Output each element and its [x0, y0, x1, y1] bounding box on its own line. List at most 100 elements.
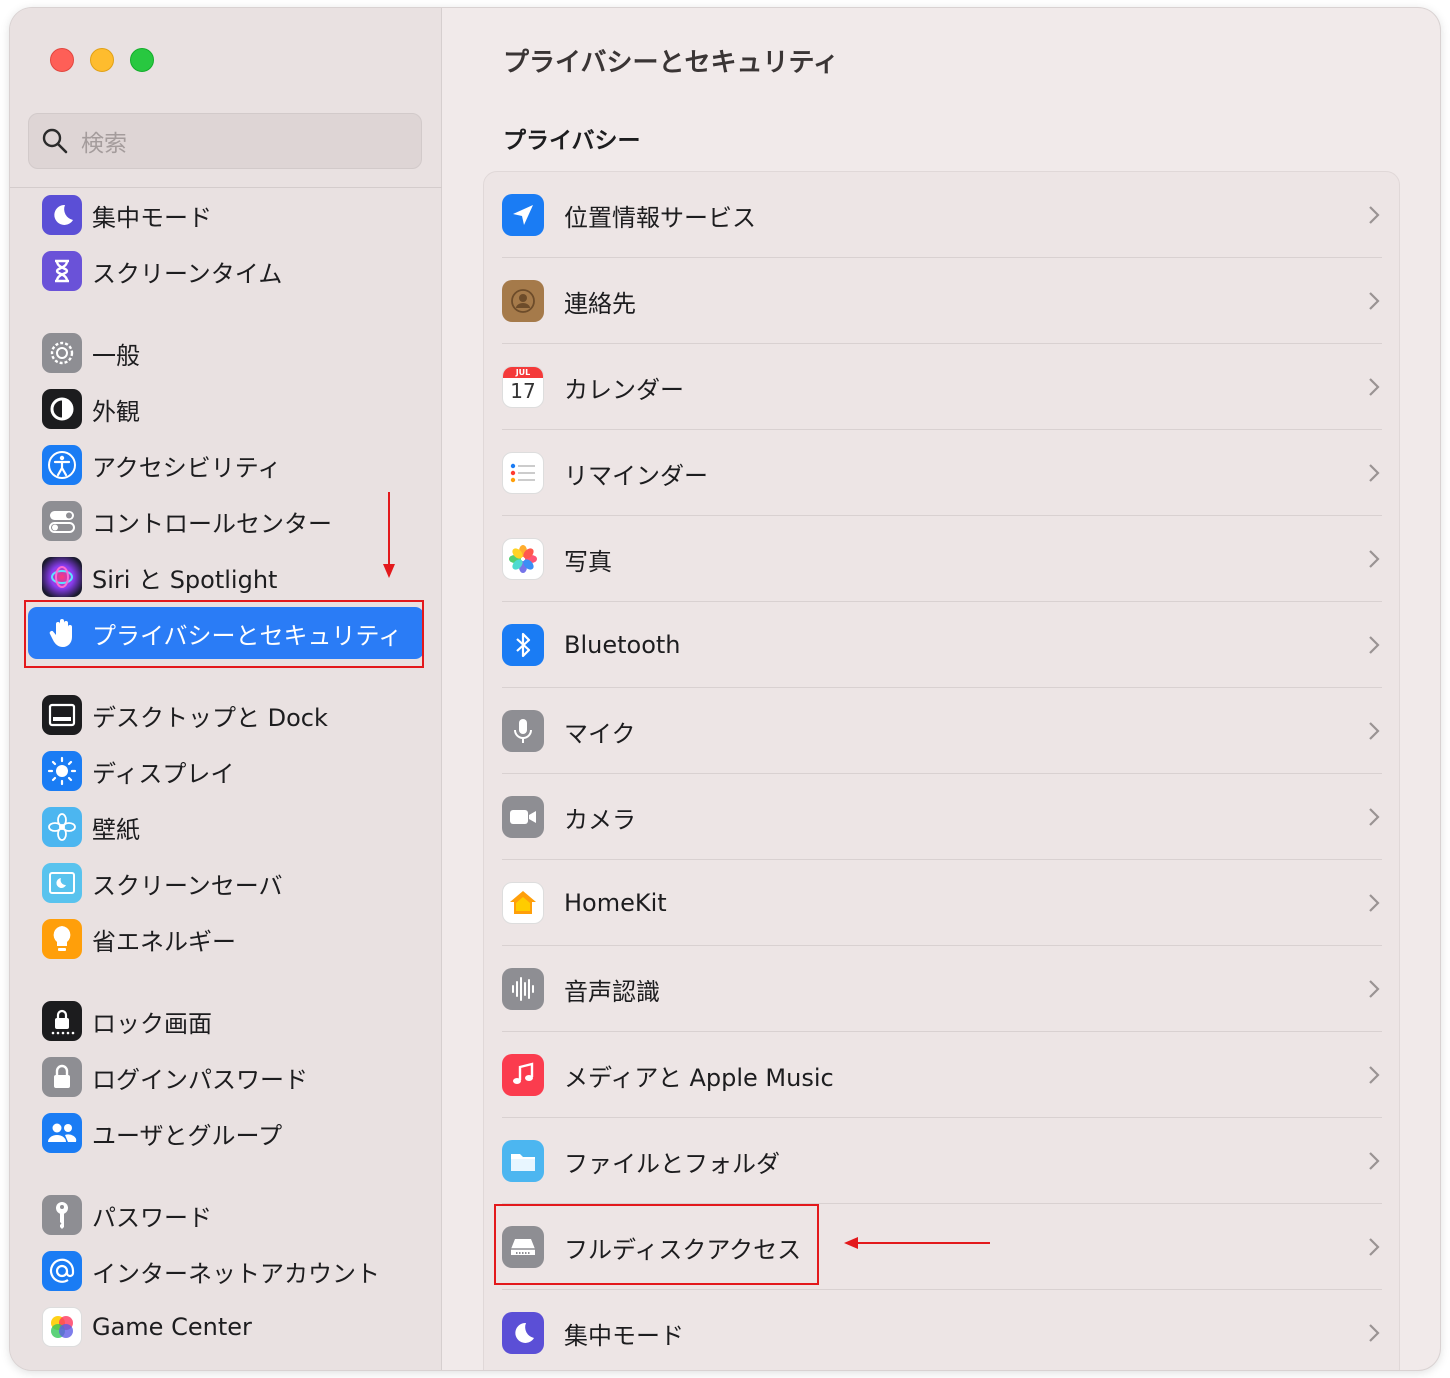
sidebar-item-label: パスワード [92, 1203, 212, 1232]
row-bluetooth[interactable]: Bluetooth [502, 602, 1382, 688]
contacts-icon [502, 280, 544, 322]
sidebar-item-control-center[interactable]: コントロールセンター [28, 495, 424, 547]
row-calendar[interactable]: JUL 17 カレンダー [502, 344, 1382, 430]
sidebar-item-users-groups[interactable]: ユーザとグループ [28, 1107, 424, 1159]
minimize-button[interactable] [90, 48, 114, 72]
sidebar-item-accessibility[interactable]: アクセシビリティ [28, 439, 424, 491]
sidebar-item-internet-accounts[interactable]: インターネットアカウント [28, 1245, 424, 1297]
row-microphone[interactable]: マイク [502, 688, 1382, 774]
row-label: 写真 [564, 547, 612, 576]
sidebar-item-appearance[interactable]: 外観 [28, 383, 424, 435]
chevron-right-icon [1369, 464, 1380, 482]
sidebar-item-privacy-security[interactable]: プライバシーとセキュリティ [28, 607, 424, 659]
sidebar-item-wallpaper[interactable]: 壁紙 [28, 801, 424, 853]
sidebar-item-label: コントロールセンター [92, 509, 332, 538]
hand-icon [42, 613, 82, 653]
row-homekit[interactable]: HomeKit [502, 860, 1382, 946]
row-label: 音声認識 [564, 977, 660, 1006]
sidebar-item-label: Siri と Spotlight [92, 565, 278, 594]
sidebar-item-game-center[interactable]: Game Center [28, 1301, 424, 1353]
search-icon [42, 128, 68, 154]
row-camera[interactable]: カメラ [502, 774, 1382, 860]
sidebar-item-label: 一般 [92, 341, 140, 370]
sidebar-item-screensaver[interactable]: スクリーンセーバ [28, 857, 424, 909]
home-icon [502, 882, 544, 924]
row-focus[interactable]: 集中モード [502, 1290, 1382, 1370]
calendar-day: 17 [510, 379, 536, 403]
disk-icon [502, 1226, 544, 1268]
sidebar-item-screen-time[interactable]: スクリーンタイム [28, 245, 424, 297]
siri-icon [42, 557, 82, 597]
row-label: 連絡先 [564, 289, 636, 318]
moon-icon [42, 195, 82, 235]
row-label: カレンダー [564, 375, 684, 404]
microphone-icon [502, 710, 544, 752]
key-icon [42, 1195, 82, 1235]
sidebar-item-siri-spotlight[interactable]: Siri と Spotlight [28, 551, 424, 603]
sidebar-item-energy-saver[interactable]: 省エネルギー [28, 913, 424, 965]
hourglass-icon [42, 251, 82, 291]
sidebar-item-desktop-dock[interactable]: デスクトップと Dock [28, 689, 424, 741]
waveform-icon [502, 968, 544, 1010]
sidebar-item-label: ユーザとグループ [92, 1121, 283, 1150]
chevron-right-icon [1369, 1152, 1380, 1170]
section-title: プライバシー [503, 128, 641, 154]
calendar-month: JUL [503, 367, 543, 378]
sidebar-item-lock-screen[interactable]: ロック画面 [28, 995, 424, 1047]
row-full-disk-access[interactable]: フルディスクアクセス [502, 1204, 1382, 1290]
bluetooth-icon [502, 624, 544, 666]
chevron-right-icon [1369, 206, 1380, 224]
row-label: マイク [564, 719, 636, 748]
search-input[interactable]: 検索 [28, 113, 422, 169]
sidebar-item-label: Game Center [92, 1313, 252, 1341]
sidebar-item-login-password[interactable]: ログインパスワード [28, 1051, 424, 1103]
sidebar-item-label: インターネットアカウント [92, 1259, 380, 1288]
row-label: フルディスクアクセス [564, 1235, 802, 1264]
appearance-icon [42, 389, 82, 429]
close-button[interactable] [50, 48, 74, 72]
location-arrow-icon [502, 194, 544, 236]
users-icon [42, 1113, 82, 1153]
screensaver-icon [42, 863, 82, 903]
row-media-apple-music[interactable]: メディアと Apple Music [502, 1032, 1382, 1118]
sun-icon [42, 751, 82, 791]
row-location-services[interactable]: 位置情報サービス [502, 172, 1382, 258]
zoom-button[interactable] [130, 48, 154, 72]
sidebar-item-label: ログインパスワード [92, 1065, 308, 1094]
sidebar-item-passwords[interactable]: パスワード [28, 1189, 424, 1241]
at-icon [42, 1251, 82, 1291]
sidebar-item-label: 集中モード [92, 203, 212, 232]
lock-screen-icon [42, 1001, 82, 1041]
row-label: Bluetooth [564, 631, 681, 659]
chevron-right-icon [1369, 378, 1380, 396]
sidebar-item-displays[interactable]: ディスプレイ [28, 745, 424, 797]
sidebar-item-label: ロック画面 [92, 1009, 212, 1038]
music-icon [502, 1054, 544, 1096]
row-label: カメラ [564, 805, 636, 834]
page-title: プライバシーとセキュリティ [503, 48, 839, 78]
sidebar-item-general[interactable]: 一般 [28, 327, 424, 379]
main-content: プライバシーとセキュリティ プライバシー 位置情報サービス 連絡先 JUL 17… [443, 8, 1440, 1370]
gear-icon [42, 333, 82, 373]
chevron-right-icon [1369, 1324, 1380, 1342]
settings-window: 検索 集中モード スクリーンタイム 一般 外観 アクセシビリティ コントロールセ… [10, 8, 1440, 1370]
bulb-icon [42, 919, 82, 959]
sidebar-item-label: アクセシビリティ [92, 453, 282, 482]
row-speech-recognition[interactable]: 音声認識 [502, 946, 1382, 1032]
row-label: リマインダー [564, 461, 708, 490]
row-photos[interactable]: 写真 [502, 516, 1382, 602]
camera-icon [502, 796, 544, 838]
row-label: HomeKit [564, 889, 667, 917]
chevron-right-icon [1369, 636, 1380, 654]
row-contacts[interactable]: 連絡先 [502, 258, 1382, 344]
row-label: 集中モード [564, 1321, 684, 1350]
sidebar-item-label: ディスプレイ [92, 759, 235, 788]
row-reminders[interactable]: リマインダー [502, 430, 1382, 516]
chevron-right-icon [1369, 1066, 1380, 1084]
reminders-icon [502, 452, 544, 494]
sidebar-item-label: 省エネルギー [92, 927, 236, 956]
row-files-folders[interactable]: ファイルとフォルダ [502, 1118, 1382, 1204]
sidebar-item-label: 外観 [92, 397, 140, 426]
sidebar-item-focus[interactable]: 集中モード [28, 189, 424, 241]
moon-icon [502, 1312, 544, 1354]
